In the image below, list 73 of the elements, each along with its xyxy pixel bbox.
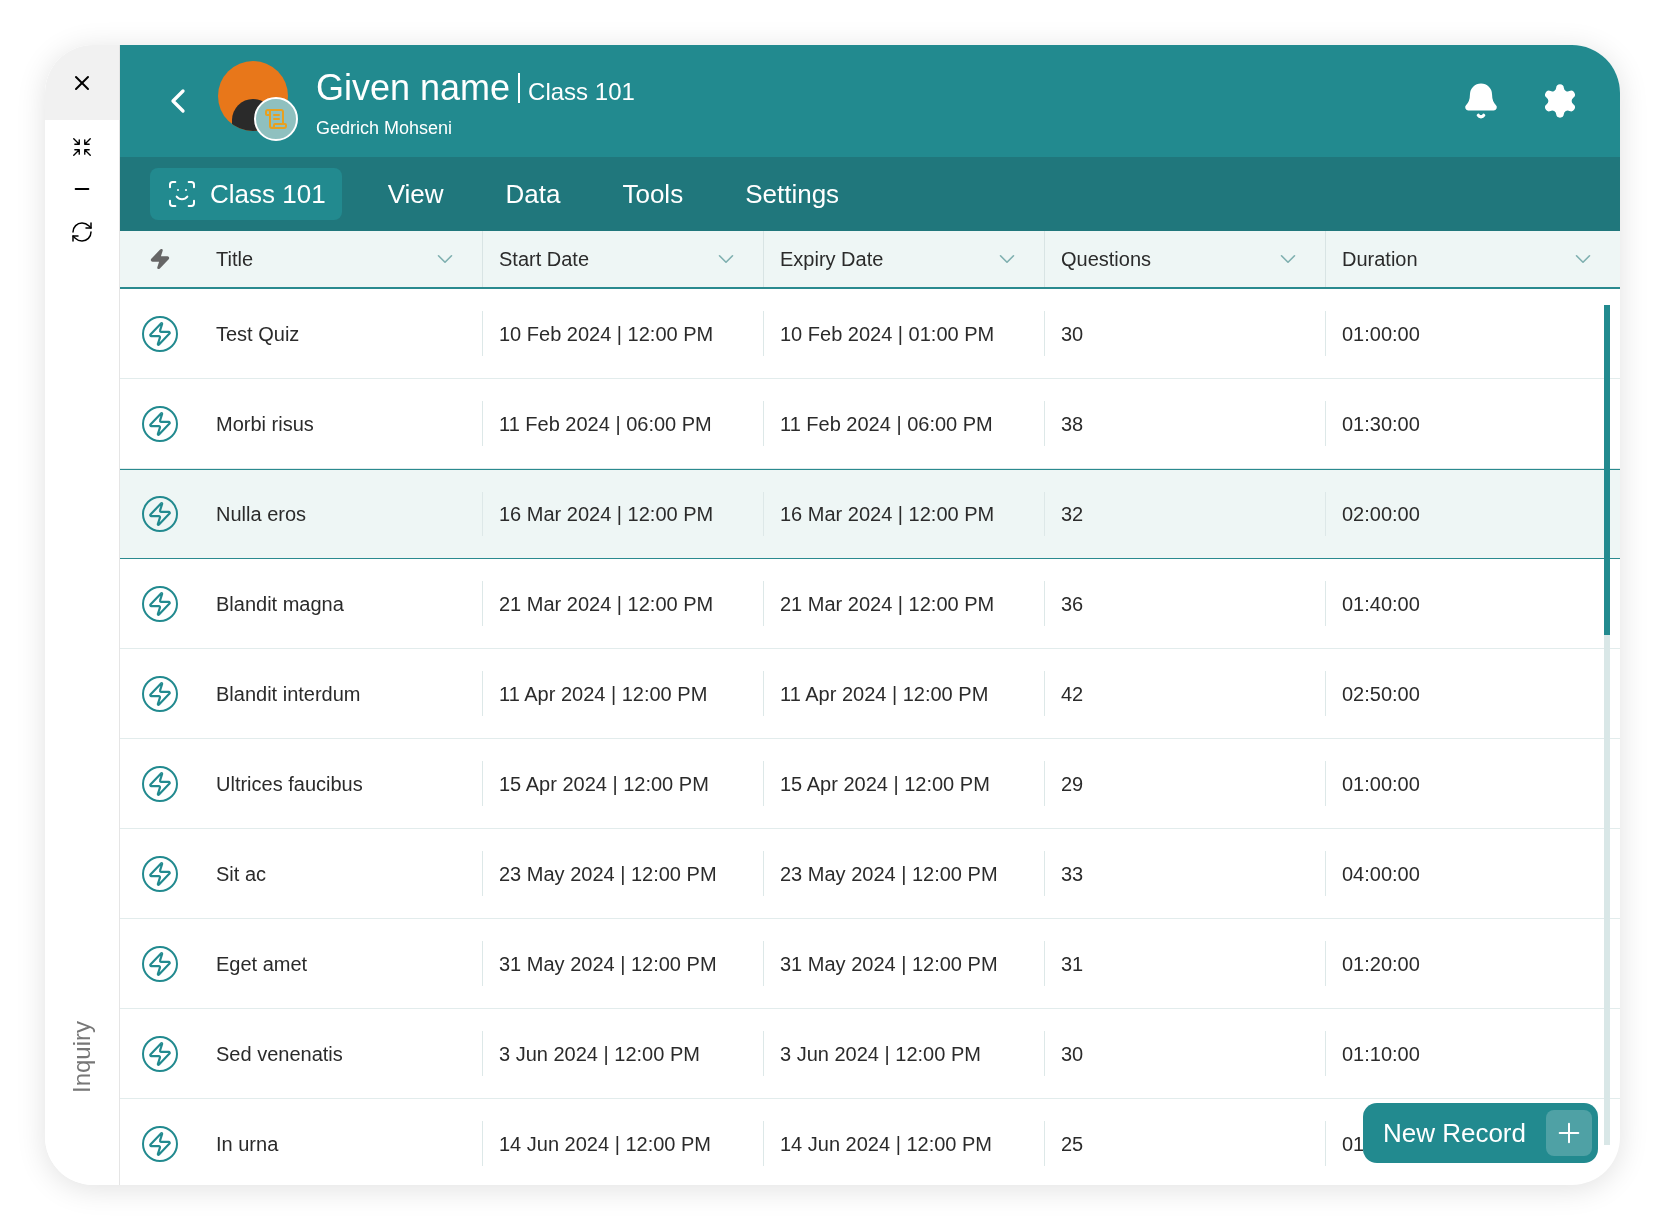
column-header[interactable]: Duration <box>1342 244 1418 274</box>
bolt-icon <box>149 248 171 270</box>
table-cell-text: 02:00:00 <box>1341 502 1420 527</box>
nav-tab[interactable]: Data <box>489 168 577 220</box>
table-cell-text: Morbi risus <box>216 411 314 437</box>
table-cell-text: 01:40:00 <box>1341 591 1420 617</box>
table-cell-text: 15 Apr 2024 | 12:00 PM <box>498 771 709 797</box>
table-cell-text: 33 <box>1060 861 1084 887</box>
shrink-icon[interactable] <box>71 136 93 158</box>
table-cell-text: 01 <box>1341 1131 1365 1157</box>
table-cell-text: Blandit magna <box>216 591 344 617</box>
plus-icon <box>1546 1110 1592 1156</box>
table-cell-text: 32 <box>1060 502 1084 527</box>
table-cell-text: 14 Jun 2024 | 12:00 PM <box>498 1131 711 1157</box>
table-cell-text: 11 Apr 2024 | 12:00 PM <box>779 681 989 707</box>
table-cell-text: 31 May 2024 | 12:00 PM <box>779 951 998 977</box>
table-cell-text: 23 May 2024 | 12:00 PM <box>498 861 717 887</box>
table-cell-text: 42 <box>1060 681 1084 707</box>
table-cell-text: Nulla eros <box>216 502 307 527</box>
header-subtitle: Class 101 <box>528 76 635 107</box>
table-cell-text: Blandit interdum <box>216 681 361 707</box>
table-cell-text: 02:50:00 <box>1341 681 1420 707</box>
table-cell-text: 15 Apr 2024 | 12:00 PM <box>779 771 990 797</box>
table-row[interactable]: Nulla eros 16 Mar 2024 | 12:00 PM 16 Mar 2024 | 12:00 PM 32 02:00:00 <box>120 469 1620 559</box>
nav-tab[interactable]: Settings <box>729 168 856 220</box>
rail-label[interactable]: Inquiry <box>64 1021 100 1093</box>
table-cell-text: 10 Feb 2024 | 12:00 PM <box>498 321 714 347</box>
table-cell-text: 01:10:00 <box>1341 1041 1420 1067</box>
table-cell-text: 25 <box>1060 1131 1084 1157</box>
header-title: Given name <box>316 65 511 110</box>
nav-tab[interactable]: Class 101 <box>150 168 342 220</box>
column-header[interactable]: Title <box>216 244 254 274</box>
refresh-icon[interactable] <box>70 220 94 244</box>
table-cell-text: 16 Mar 2024 | 12:00 PM <box>498 502 714 527</box>
table-cell-text: Ultrices faucibus <box>216 771 363 797</box>
table-cell-text: 04:00:00 <box>1341 861 1420 887</box>
table-cell-text: 29 <box>1060 771 1084 797</box>
table-cell-text: 3 Jun 2024 | 12:00 PM <box>779 1041 981 1067</box>
table-cell-text: 14 Jun 2024 | 12:00 PM <box>779 1131 992 1157</box>
table-cell-text: Sit ac <box>216 861 267 887</box>
nav-tab[interactable]: Tools <box>606 168 700 220</box>
scroll-icon <box>264 107 288 131</box>
table-cell-text: 38 <box>1060 411 1084 437</box>
table-cell-text: 11 Feb 2024 | 06:00 PM <box>498 411 712 437</box>
table-cell-text: 01:30:00 <box>1341 411 1420 437</box>
table-cell-text: 16 Mar 2024 | 12:00 PM <box>779 502 995 527</box>
table-cell-text: Test Quiz <box>216 321 300 347</box>
table-cell-text: 01:00:00 <box>1341 321 1420 347</box>
table-cell-text: Eget amet <box>216 951 308 977</box>
table-cell-text: 10 Feb 2024 | 01:00 PM <box>779 321 995 347</box>
table-cell-text: 3 Jun 2024 | 12:00 PM <box>498 1041 700 1067</box>
table-cell-text: 01:20:00 <box>1341 951 1420 977</box>
table-cell-text: 21 Mar 2024 | 12:00 PM <box>779 591 995 617</box>
table-cell-text: 11 Apr 2024 | 12:00 PM <box>498 681 708 707</box>
table-cell-text: 11 Feb 2024 | 06:00 PM <box>779 411 993 437</box>
table-cell-text: 31 <box>1060 951 1084 977</box>
nav-tab[interactable]: View <box>371 168 460 220</box>
table-cell-text: 01:00:00 <box>1341 771 1420 797</box>
table-cell-text: 31 May 2024 | 12:00 PM <box>498 951 717 977</box>
scan-icon <box>166 178 198 210</box>
column-header[interactable]: Start Date <box>499 244 590 274</box>
table-cell-text: 23 May 2024 | 12:00 PM <box>779 861 998 887</box>
column-header[interactable]: Questions <box>1061 244 1152 274</box>
table-cell-text: 30 <box>1060 1041 1084 1067</box>
column-header[interactable]: Expiry Date <box>780 244 884 274</box>
user-name: Gedrich Mohseni <box>316 116 454 140</box>
table-cell-text: 36 <box>1060 591 1084 617</box>
new-record-button[interactable]: New Record <box>1362 1103 1598 1163</box>
table-cell-text: 30 <box>1060 321 1084 347</box>
table-cell-text: In urna <box>216 1131 279 1157</box>
table-cell-text: 21 Mar 2024 | 12:00 PM <box>498 591 714 617</box>
table-cell-text: Sed venenatis <box>216 1041 343 1067</box>
bell-icon[interactable] <box>1462 82 1500 120</box>
